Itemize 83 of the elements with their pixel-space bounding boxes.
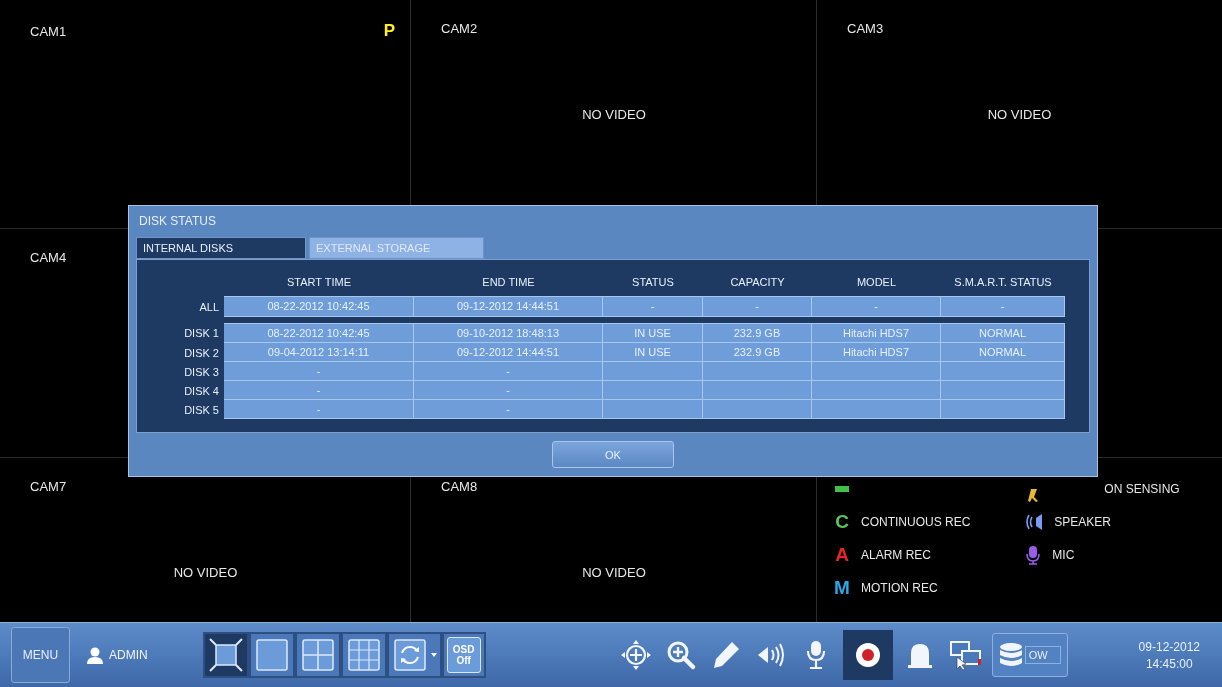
user-name: ADMIN (109, 648, 148, 662)
date-text: 09-12-2012 (1138, 639, 1200, 654)
monitors-icon (948, 639, 981, 671)
quad-grid-icon (299, 637, 336, 673)
toolbar-button[interactable] (842, 630, 893, 680)
single-view-icon (253, 637, 290, 673)
table-cell: - (703, 296, 812, 317)
legend-letter-icon: M (833, 576, 851, 599)
storage-button[interactable]: OW (991, 633, 1068, 677)
table-cell: - (414, 362, 603, 381)
camera-label: CAM7 (30, 479, 67, 494)
layout-button[interactable] (204, 634, 247, 676)
camera-label: CAM4 (30, 250, 67, 265)
sequence-icon (391, 637, 428, 673)
column-header: MODEL (855, 276, 898, 288)
table-cell: 09-12-2012 14:44:51 (414, 296, 603, 317)
legend-letter-icon: A (833, 543, 851, 566)
table-cell: NORMAL (941, 323, 1065, 343)
table-cell: 232.9 GB (703, 343, 812, 362)
camera-label: CAM1 (30, 23, 67, 39)
row-label: ALL (198, 300, 220, 313)
row-label: DISK 5 (183, 403, 220, 416)
no-video-message: NO VIDEO (582, 107, 646, 122)
layout-button[interactable] (388, 634, 440, 676)
osd-button[interactable]: OSD Off (446, 637, 481, 673)
row-label: DISK 4 (183, 384, 220, 397)
layout-button[interactable] (250, 634, 293, 676)
legend-label: ALARM REC (861, 547, 931, 562)
column-header: S.M.A.R.T. STATUS (953, 276, 1053, 288)
row-label: DISK 1 (183, 327, 220, 339)
table-cell: 08-22-2012 10:42:45 (224, 296, 414, 317)
storage-label: OW (1024, 646, 1061, 664)
table-cell: - (224, 400, 414, 419)
table-cell: IN USE (603, 323, 703, 343)
table-cell: 09-10-2012 18:48:13 (414, 323, 603, 343)
caret-icon (430, 653, 437, 657)
no-video-message: NO VIDEO (582, 565, 646, 580)
time-text: 14:45:00 (1145, 656, 1193, 671)
legend-label: CONTINUOUS REC (861, 514, 971, 529)
camera-label: CAM8 (441, 479, 478, 494)
no-video-message: NO VIDEO (987, 107, 1052, 122)
table-cell: - (941, 296, 1065, 317)
dialog-title: DISK STATUS (138, 213, 217, 228)
table-cell: - (414, 400, 603, 419)
column-header: START TIME (286, 276, 352, 288)
table-cell: - (603, 296, 703, 317)
camera-label: CAM3 (847, 21, 884, 36)
table-cell: - (224, 381, 414, 400)
ok-button[interactable]: OK (552, 441, 674, 468)
table-cell: Hitachi HDS7 (812, 343, 941, 362)
no-video-message: NO VIDEO (173, 565, 238, 580)
table-cell: 09-12-2012 14:44:51 (414, 343, 603, 362)
database-icon (998, 641, 1023, 669)
table-cell: - (224, 362, 414, 381)
table-cell: Hitachi HDS7 (812, 323, 941, 343)
legend-label: MIC (1052, 547, 1075, 562)
fullscreen-icon (207, 637, 244, 673)
tab[interactable]: INTERNAL DISKS (136, 237, 306, 259)
nine-grid-icon (345, 637, 382, 673)
ptz-icon (619, 639, 652, 671)
legend-label: SPEAKER (1054, 514, 1112, 529)
table-cell: - (812, 296, 941, 317)
legend-label: ON SENSING (1104, 481, 1180, 496)
menu-button[interactable]: MENU (11, 627, 70, 683)
table-cell: 09-04-2012 13:14:11 (224, 343, 414, 362)
table-cell: NORMAL (941, 343, 1065, 362)
legend-letter-icon: C (833, 510, 851, 533)
table-cell: - (414, 381, 603, 400)
column-header: END TIME (481, 276, 536, 288)
table-cell: 08-22-2012 10:42:45 (224, 323, 414, 343)
row-label: DISK 3 (183, 365, 220, 378)
table-cell: 232.9 GB (703, 323, 812, 343)
user-icon (86, 646, 104, 664)
row-label: DISK 2 (183, 346, 220, 359)
tab[interactable]: EXTERNAL STORAGE (309, 237, 484, 259)
table-cell: IN USE (603, 343, 703, 362)
column-header: CAPACITY (729, 276, 786, 288)
column-header: STATUS (631, 276, 675, 288)
layout-button[interactable] (342, 634, 385, 676)
layout-button[interactable] (296, 634, 339, 676)
camera-label: CAM2 (441, 21, 478, 36)
legend-label: MOTION REC (861, 580, 938, 595)
ptz-indicator: P (383, 21, 395, 41)
